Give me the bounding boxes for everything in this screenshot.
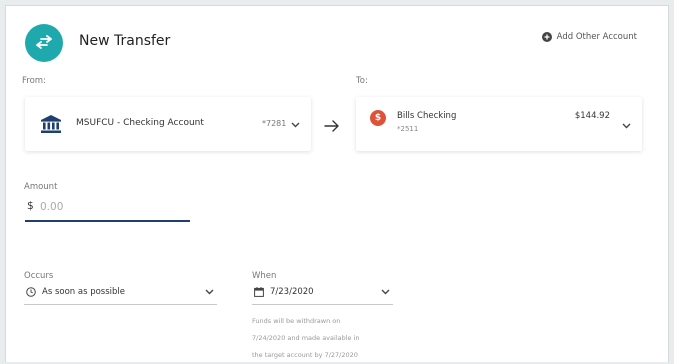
page-title: New Transfer xyxy=(79,33,171,49)
note-line: Funds will be withdrawn on xyxy=(252,317,341,325)
occurs-select[interactable]: As soon as possible xyxy=(24,286,217,305)
funds-availability-note: Funds will be withdrawn on 7/24/2020 and… xyxy=(252,313,402,364)
arrow-right-icon xyxy=(324,120,339,132)
transfer-panel: New Transfer Add Other Account From: To:… xyxy=(5,5,669,362)
dollar-icon: $ xyxy=(370,110,386,126)
occurs-value: As soon as possible xyxy=(42,287,126,297)
from-account-selector[interactable]: MSUFCU - Checking Account *7281 xyxy=(25,97,311,151)
calendar-icon xyxy=(254,287,264,297)
bank-icon xyxy=(41,115,61,133)
chevron-down-icon xyxy=(291,122,300,128)
currency-symbol: $ xyxy=(27,200,34,212)
to-account-selector[interactable]: $ Bills Checking *2511 $144.92 xyxy=(356,97,642,151)
plus-circle-icon xyxy=(541,32,552,42)
note-line: 7/24/2020 and made available in xyxy=(252,334,360,342)
transfer-icon xyxy=(25,24,63,62)
chevron-down-icon xyxy=(622,123,631,129)
when-label: When xyxy=(252,271,277,281)
amount-input[interactable] xyxy=(40,196,185,218)
chevron-down-icon xyxy=(205,289,214,295)
add-other-account-link[interactable]: Add Other Account xyxy=(541,32,637,42)
to-account-balance: $144.92 xyxy=(574,111,610,121)
occurs-label: Occurs xyxy=(24,271,54,281)
to-label: To: xyxy=(356,76,368,86)
from-label: From: xyxy=(22,76,46,86)
from-account-number: *7281 xyxy=(262,119,287,128)
amount-field: $ xyxy=(25,196,190,222)
note-line: the target account by 7/27/2020 xyxy=(252,351,358,359)
swap-arrows-icon xyxy=(36,35,52,49)
from-account-name: MSUFCU - Checking Account xyxy=(76,118,204,128)
chevron-down-icon xyxy=(381,289,390,295)
to-account-name: Bills Checking xyxy=(397,111,457,121)
add-other-account-label: Add Other Account xyxy=(556,32,637,42)
clock-icon xyxy=(26,287,36,297)
when-date-picker[interactable]: 7/23/2020 xyxy=(252,286,393,305)
amount-label: Amount xyxy=(24,182,58,192)
when-value: 7/23/2020 xyxy=(270,287,314,297)
to-account-number: *2511 xyxy=(397,125,419,133)
